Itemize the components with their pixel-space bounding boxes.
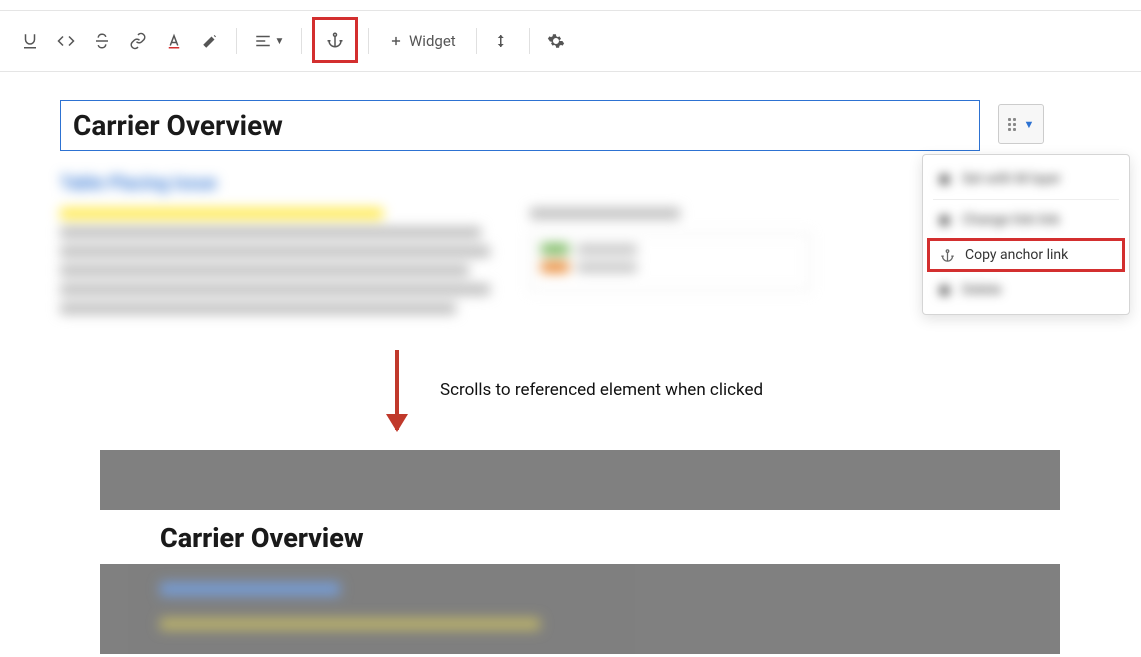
section-context-menu: Set with M layer Change link link Copy a… — [922, 154, 1130, 315]
text-color-button[interactable] — [158, 24, 190, 58]
blurred-content: Table Placing Issue — [60, 173, 980, 322]
code-button[interactable] — [50, 24, 82, 58]
editor-area: ▼ Table Placing Issue — [60, 100, 1080, 322]
ctx-item-blurred-3[interactable]: Delete — [923, 274, 1129, 306]
toolbar-separator — [301, 28, 302, 54]
section-title-input[interactable] — [60, 100, 980, 151]
section-drag-handle[interactable]: ▼ — [998, 104, 1044, 144]
viewer-overlay-top — [100, 450, 1060, 510]
copy-anchor-link-label: Copy anchor link — [965, 247, 1068, 263]
viewer-heading: Carrier Overview — [100, 510, 1060, 564]
settings-button[interactable] — [540, 24, 572, 58]
link-button[interactable] — [122, 24, 154, 58]
toolbar-separator — [476, 28, 477, 54]
highlight-button[interactable] — [194, 24, 226, 58]
viewer-panel: Carrier Overview — [100, 450, 1060, 654]
ctx-separator — [933, 199, 1119, 200]
copy-anchor-link-item[interactable]: Copy anchor link — [927, 238, 1125, 272]
annotation-text: Scrolls to referenced element when click… — [440, 380, 763, 400]
anchor-button-highlight — [312, 17, 358, 63]
annotation-arrow-icon — [395, 350, 399, 430]
ctx-item-blurred-1[interactable]: Set with M layer — [923, 163, 1129, 195]
underline-button[interactable] — [14, 24, 46, 58]
anchor-button[interactable] — [315, 20, 355, 60]
ctx-item-blurred-2[interactable]: Change link link — [923, 204, 1129, 236]
widget-label: Widget — [409, 32, 456, 50]
blurred-link: Table Placing Issue — [60, 173, 980, 194]
toolbar-separator — [368, 28, 369, 54]
toolbar-separator — [529, 28, 530, 54]
viewer-overlay-body — [100, 564, 1060, 654]
toolbar-separator — [236, 28, 237, 54]
insert-button[interactable] — [487, 24, 519, 58]
editor-toolbar: ▼ Widget — [0, 10, 1141, 72]
add-widget-button[interactable]: Widget — [379, 24, 466, 58]
strikethrough-button[interactable] — [86, 24, 118, 58]
align-button[interactable]: ▼ — [247, 24, 291, 58]
